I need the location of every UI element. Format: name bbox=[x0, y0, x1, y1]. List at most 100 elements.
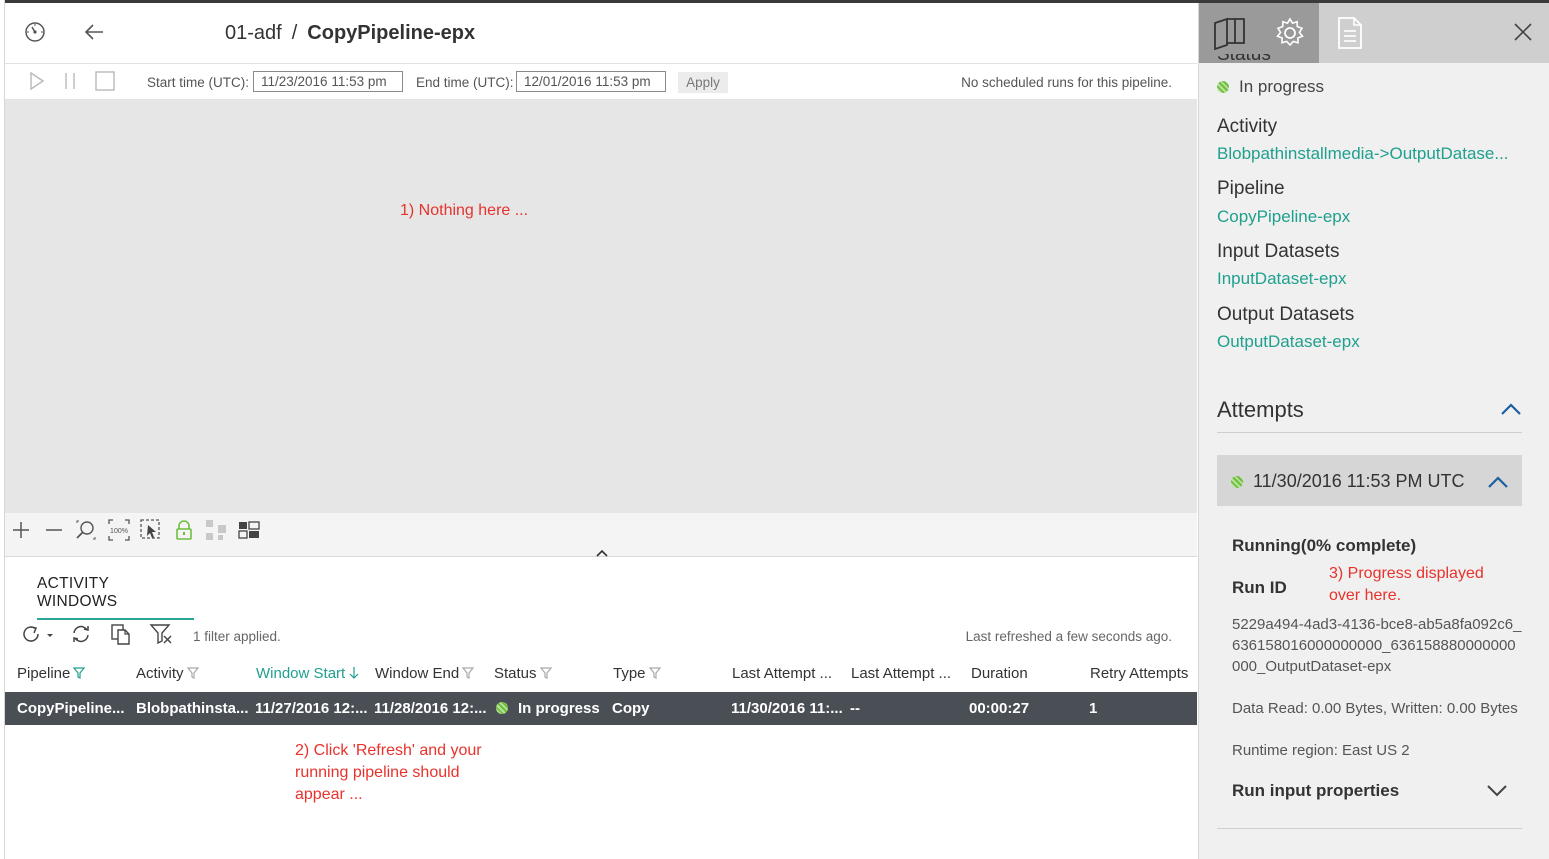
divider bbox=[1217, 432, 1522, 433]
column-header-window-start[interactable]: Window Start bbox=[256, 665, 360, 682]
activity-label: Activity bbox=[1217, 116, 1278, 137]
lock-icon[interactable] bbox=[173, 519, 195, 541]
zoom-out-icon[interactable] bbox=[43, 519, 65, 541]
breadcrumb-separator: / bbox=[291, 22, 298, 44]
end-time-input[interactable] bbox=[516, 71, 666, 92]
breadcrumb-pipeline: CopyPipeline-epx bbox=[307, 22, 476, 44]
refresh-icon[interactable] bbox=[69, 622, 93, 646]
activity-windows-toolbar: 1 filter applied. Last refreshed a few s… bbox=[5, 620, 1197, 650]
input-datasets-label: Input Datasets bbox=[1217, 241, 1340, 262]
column-label: Pipeline bbox=[17, 665, 71, 682]
diagram-zoom-toolbar: 100% bbox=[5, 513, 1197, 557]
column-header-activity[interactable]: Activity bbox=[136, 665, 199, 682]
column-header-pipeline[interactable]: Pipeline bbox=[17, 665, 86, 682]
start-time-input[interactable] bbox=[253, 71, 403, 92]
select-mode-icon[interactable] bbox=[140, 519, 162, 541]
svg-text:100%: 100% bbox=[110, 528, 128, 535]
column-header-window-end[interactable]: Window End bbox=[375, 665, 475, 682]
column-header-type[interactable]: Type bbox=[613, 665, 661, 682]
run-id-label: Run ID bbox=[1232, 578, 1287, 597]
zoom-in-icon[interactable] bbox=[10, 519, 32, 541]
filter-active-icon[interactable] bbox=[73, 667, 86, 679]
cell-pipeline: CopyPipeline... bbox=[17, 700, 125, 717]
column-label: Type bbox=[613, 665, 646, 682]
output-dataset-link[interactable]: OutputDataset-epx bbox=[1217, 332, 1360, 352]
breadcrumb: 01-adf / CopyPipeline-epx bbox=[225, 22, 475, 45]
column-label: Window Start bbox=[256, 665, 346, 682]
activity-link[interactable]: Blobpathinstallmedia->OutputDatase... bbox=[1217, 144, 1509, 164]
cell-type: Copy bbox=[612, 700, 650, 717]
tab-activity-windows[interactable]: ACTIVITY WINDOWS bbox=[37, 575, 194, 620]
column-header-last-attempt-end[interactable]: Last Attempt ... bbox=[851, 665, 951, 682]
column-header-status[interactable]: Status bbox=[494, 665, 552, 682]
auto-refresh-dropdown-icon[interactable] bbox=[21, 622, 57, 646]
column-header-retry-attempts[interactable]: Retry Attempts bbox=[1090, 665, 1188, 682]
cell-duration: 00:00:27 bbox=[969, 700, 1030, 717]
column-header-last-attempt-start[interactable]: Last Attempt ... bbox=[732, 665, 832, 682]
auto-layout-icon[interactable] bbox=[205, 519, 227, 541]
attempt-time: 11/30/2016 11:53 PM UTC bbox=[1231, 471, 1464, 492]
attempt-chevron-up-icon[interactable] bbox=[1487, 474, 1509, 490]
annotation-line: appear ... bbox=[295, 786, 363, 803]
no-scheduled-runs-text: No scheduled runs for this pipeline. bbox=[961, 75, 1172, 90]
clear-filter-icon[interactable] bbox=[149, 622, 173, 646]
sort-descending-icon[interactable] bbox=[348, 667, 360, 679]
diagram-canvas[interactable]: 1) Nothing here ... bbox=[5, 100, 1197, 513]
stop-icon[interactable] bbox=[95, 71, 115, 94]
column-label: Activity bbox=[136, 665, 184, 682]
annotation-nothing-here: 1) Nothing here ... bbox=[400, 202, 529, 219]
column-label: Window End bbox=[375, 665, 460, 682]
in-progress-status-icon bbox=[1231, 476, 1243, 488]
annotation-click-refresh: 2) Click 'Refresh' and your running pipe… bbox=[295, 740, 482, 806]
minimap-icon[interactable] bbox=[238, 519, 260, 541]
cell-window-end: 11/28/2016 12:... bbox=[374, 700, 487, 717]
run-input-properties-label[interactable]: Run input properties bbox=[1232, 781, 1399, 801]
zoom-100-percent-icon[interactable]: 100% bbox=[108, 519, 130, 541]
input-dataset-link[interactable]: InputDataset-epx bbox=[1217, 269, 1346, 289]
output-datasets-label: Output Datasets bbox=[1217, 304, 1355, 325]
filter-icon[interactable] bbox=[186, 667, 199, 679]
apply-button[interactable]: Apply bbox=[678, 72, 728, 93]
runtime-region: Runtime region: East US 2 bbox=[1232, 742, 1410, 759]
annotation-line: over here. bbox=[1329, 587, 1402, 604]
in-progress-status-icon bbox=[496, 702, 508, 714]
time-range-toolbar: Start time (UTC): End time (UTC): Apply … bbox=[5, 64, 1197, 100]
play-icon[interactable] bbox=[29, 71, 45, 93]
back-arrow-icon[interactable] bbox=[83, 20, 107, 44]
breadcrumb-factory[interactable]: 01-adf bbox=[225, 22, 282, 44]
in-progress-status-icon bbox=[1217, 81, 1229, 93]
status-value-text: In progress bbox=[1239, 77, 1325, 96]
cell-last-attempt-start: 11/30/2016 11:... bbox=[731, 700, 843, 717]
last-refreshed-text: Last refreshed a few seconds ago. bbox=[965, 629, 1172, 644]
cell-window-start: 11/27/2016 12:... bbox=[255, 700, 368, 717]
column-label: Status bbox=[494, 665, 537, 682]
table-row[interactable]: CopyPipeline... Blobpathinsta... 11/27/2… bbox=[5, 692, 1197, 725]
annotation-progress-displayed: 3) Progress displayed over here. bbox=[1329, 563, 1484, 607]
dashboard-gauge-icon[interactable] bbox=[23, 20, 47, 44]
status-label: Status bbox=[1217, 54, 1271, 68]
status-value: In progress bbox=[1217, 77, 1324, 97]
filter-applied-text: 1 filter applied. bbox=[193, 629, 281, 644]
annotation-line: 2) Click 'Refresh' and your bbox=[295, 742, 482, 759]
attempt-item[interactable]: 11/30/2016 11:53 PM UTC bbox=[1217, 455, 1522, 506]
column-header-duration[interactable]: Duration bbox=[971, 665, 1028, 682]
run-id-value: 5229a494-4ad3-4136-bce8-ab5a8fa092c6_636… bbox=[1232, 616, 1522, 675]
running-progress: Running(0% complete) bbox=[1232, 536, 1417, 555]
gear-icon bbox=[1276, 17, 1304, 47]
pause-icon[interactable] bbox=[63, 72, 77, 93]
attempts-heading: Attempts bbox=[1217, 397, 1304, 422]
tab-details[interactable] bbox=[1319, 3, 1379, 63]
chevron-down-icon[interactable] bbox=[1486, 783, 1508, 799]
copy-icon[interactable] bbox=[109, 622, 133, 646]
collapse-panel-chevron-up-icon[interactable] bbox=[595, 545, 609, 557]
attempt-time-text: 11/30/2016 11:53 PM UTC bbox=[1253, 471, 1465, 491]
zoom-to-fit-icon[interactable] bbox=[75, 519, 97, 541]
attempts-chevron-up-icon[interactable] bbox=[1500, 401, 1522, 417]
filter-icon[interactable] bbox=[648, 667, 661, 679]
filter-icon[interactable] bbox=[539, 667, 552, 679]
header: 01-adf / CopyPipeline-epx bbox=[5, 3, 1197, 64]
filter-icon[interactable] bbox=[462, 667, 475, 679]
close-icon[interactable] bbox=[1512, 21, 1534, 43]
pipeline-link[interactable]: CopyPipeline-epx bbox=[1217, 207, 1350, 227]
status-label-text: Status bbox=[1217, 54, 1271, 65]
